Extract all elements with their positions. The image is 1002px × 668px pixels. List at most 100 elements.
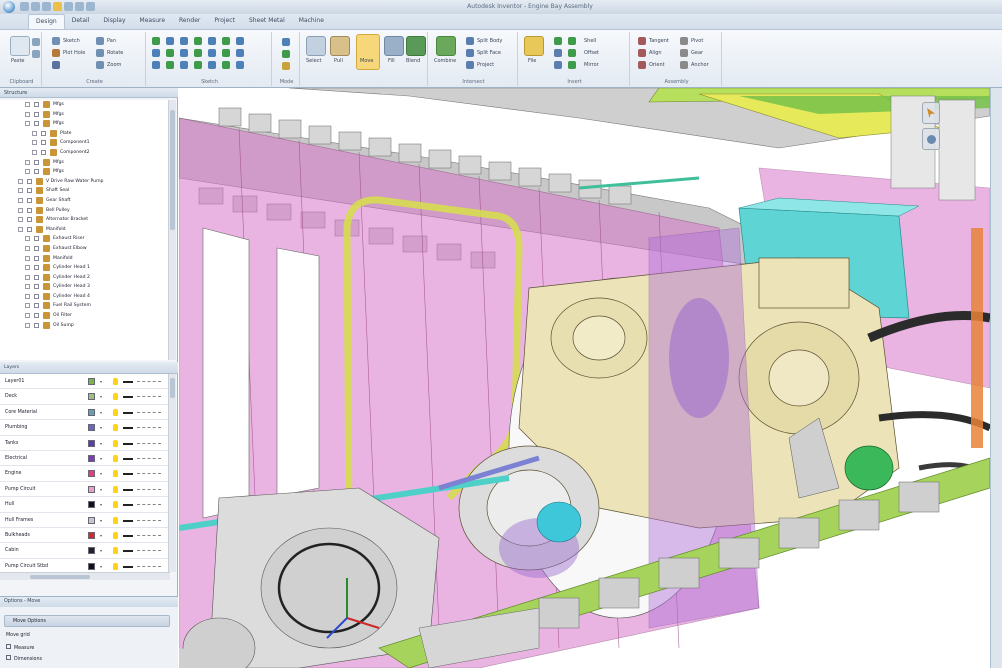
spline-icon[interactable]: [208, 37, 216, 45]
line-weight-icon[interactable]: [123, 488, 133, 491]
tab-design[interactable]: Design: [28, 14, 65, 29]
expand-icon[interactable]: [18, 178, 23, 184]
layer-color-swatch[interactable]: [88, 393, 95, 401]
tab-machine[interactable]: Machine: [292, 14, 331, 29]
line-weight-icon[interactable]: [123, 534, 133, 537]
tab-sheet-metal[interactable]: Sheet Metal: [242, 14, 292, 29]
tab-measure[interactable]: Measure: [133, 14, 173, 29]
scrollbar-thumb[interactable]: [170, 378, 175, 398]
layer-row[interactable]: Core Material ▾: [0, 405, 168, 421]
tree-item[interactable]: V Drive Raw Water Pump: [0, 177, 168, 187]
tree-item[interactable]: Manifold: [0, 225, 168, 235]
visibility-checkbox[interactable]: [34, 245, 39, 251]
expand-icon[interactable]: [25, 236, 30, 242]
tree-item[interactable]: Cylinder Head 4: [0, 292, 168, 302]
checkbox[interactable]: [6, 655, 11, 660]
combine-icon[interactable]: [436, 36, 456, 56]
layer-row[interactable]: Hull ▾: [0, 497, 168, 513]
print-icon[interactable]: [75, 2, 84, 11]
expand-icon[interactable]: [32, 140, 37, 146]
layers-scrollbar[interactable]: [168, 374, 176, 572]
line-icon[interactable]: [152, 37, 160, 45]
arc-icon[interactable]: [194, 37, 202, 45]
line-style-icon[interactable]: [137, 457, 161, 459]
tree-item[interactable]: Shaft Seal: [0, 186, 168, 196]
layer-visibility-icon[interactable]: [113, 501, 118, 509]
insert-pattern-icon[interactable]: [554, 61, 562, 69]
navigation-pan-button[interactable]: [922, 102, 940, 124]
expand-icon[interactable]: [25, 303, 30, 309]
pull-tool-icon[interactable]: [330, 36, 350, 56]
visibility-checkbox[interactable]: [41, 140, 46, 146]
layer-dropdown-icon[interactable]: ▾: [100, 379, 104, 384]
visibility-checkbox[interactable]: [34, 313, 39, 319]
save-icon[interactable]: [42, 2, 51, 11]
align-button[interactable]: Align: [649, 50, 662, 56]
line-weight-icon[interactable]: [123, 473, 133, 476]
line-weight-icon[interactable]: [123, 550, 133, 553]
redo-icon[interactable]: [64, 2, 73, 11]
line-style-icon[interactable]: [137, 473, 161, 475]
visibility-checkbox[interactable]: [27, 217, 32, 223]
line-style-icon[interactable]: [137, 565, 161, 567]
project-button[interactable]: Project: [477, 62, 494, 68]
scale-icon[interactable]: [222, 61, 230, 69]
expand-icon[interactable]: [18, 207, 23, 213]
insert-plane-icon[interactable]: [568, 61, 576, 69]
tree-item[interactable]: Cylinder Head 3: [0, 282, 168, 292]
tree-item[interactable]: Bell Pulley: [0, 206, 168, 216]
application-menu-icon[interactable]: [3, 1, 15, 13]
expand-icon[interactable]: [25, 313, 30, 319]
layer-dropdown-icon[interactable]: ▾: [100, 425, 104, 430]
visibility-checkbox[interactable]: [34, 159, 39, 165]
expand-icon[interactable]: [25, 169, 30, 175]
rectangle-icon[interactable]: [166, 37, 174, 45]
layer-row[interactable]: Bulkheads ▾: [0, 528, 168, 544]
tab-detail[interactable]: Detail: [65, 14, 97, 29]
line-weight-icon[interactable]: [123, 396, 133, 399]
option-measure[interactable]: Measure: [6, 644, 34, 651]
expand-icon[interactable]: [18, 217, 23, 223]
line-weight-icon[interactable]: [123, 381, 133, 383]
line-weight-icon[interactable]: [123, 427, 133, 430]
visibility-checkbox[interactable]: [34, 284, 39, 290]
tab-display[interactable]: Display: [96, 14, 132, 29]
layer-dropdown-icon[interactable]: ▾: [100, 533, 104, 538]
visibility-checkbox[interactable]: [27, 197, 32, 203]
ellipse-icon[interactable]: [236, 37, 244, 45]
visibility-checkbox[interactable]: [34, 274, 39, 280]
split-face-button[interactable]: Split Face: [477, 50, 501, 56]
project-curve-icon[interactable]: [236, 49, 244, 57]
line-weight-icon[interactable]: [123, 565, 133, 568]
layer-dropdown-icon[interactable]: ▾: [100, 518, 104, 523]
tab-render[interactable]: Render: [172, 14, 207, 29]
cut-icon[interactable]: [32, 38, 40, 46]
layers-horizontal-scrollbar[interactable]: [0, 572, 170, 580]
split-body-button[interactable]: Split Body: [477, 38, 502, 44]
visibility-checkbox[interactable]: [34, 121, 39, 127]
structure-scrollbar[interactable]: [168, 100, 176, 360]
expand-icon[interactable]: [25, 111, 30, 117]
layer-row[interactable]: Pump Circuit Stbd ▾: [0, 559, 168, 572]
layer-visibility-icon[interactable]: [113, 531, 118, 539]
layer-color-swatch[interactable]: [88, 408, 95, 416]
tree-item[interactable]: Cylinder Head 1: [0, 263, 168, 273]
layer-visibility-icon[interactable]: [113, 378, 118, 385]
select-tool-button[interactable]: Select: [306, 58, 321, 64]
layer-row[interactable]: Engine ▾: [0, 466, 168, 482]
visibility-checkbox[interactable]: [34, 265, 39, 271]
layer-dropdown-icon[interactable]: ▾: [100, 456, 104, 461]
layer-visibility-icon[interactable]: [113, 393, 118, 401]
expand-icon[interactable]: [18, 197, 23, 203]
tangent-line-icon[interactable]: [152, 61, 160, 69]
visibility-checkbox[interactable]: [34, 102, 39, 107]
paste-button[interactable]: Paste: [11, 58, 25, 64]
visibility-checkbox[interactable]: [34, 322, 39, 328]
layer-dropdown-icon[interactable]: ▾: [100, 471, 104, 476]
layer-row[interactable]: Deck ▾: [0, 389, 168, 405]
move-tool-button[interactable]: Move: [360, 58, 373, 64]
offset-button[interactable]: Offset: [584, 50, 599, 56]
gear-button[interactable]: Gear: [691, 50, 703, 56]
expand-icon[interactable]: [25, 284, 30, 290]
layer-dropdown-icon[interactable]: ▾: [100, 487, 104, 492]
